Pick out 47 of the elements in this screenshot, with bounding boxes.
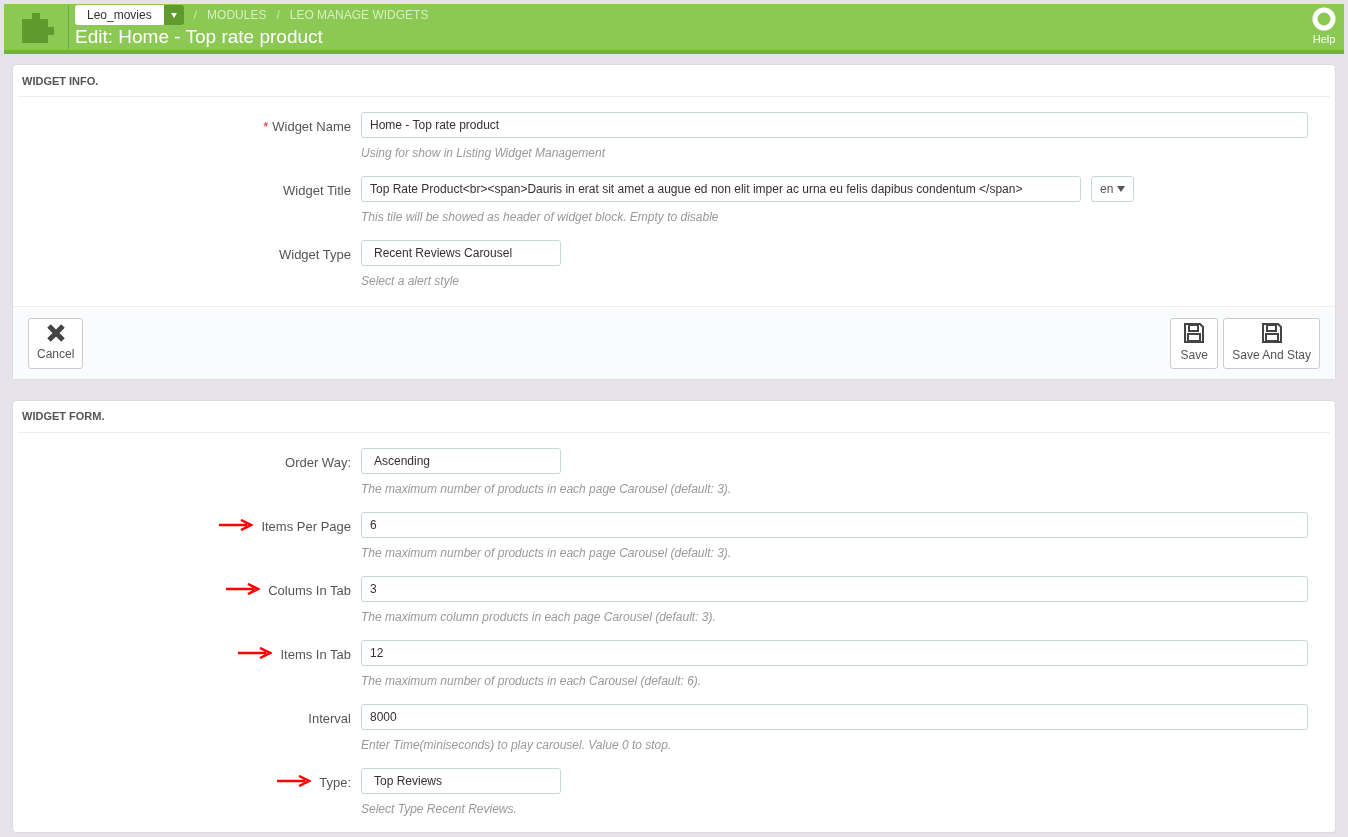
language-dropdown[interactable]: en <box>1091 176 1135 203</box>
field-label: Items In Tab <box>280 646 351 664</box>
field-label: Widget Title <box>283 182 351 201</box>
text-field[interactable]: 6 <box>361 512 1308 538</box>
help-text: The maximum column products in each page Carousel (default: 3). <box>361 609 717 626</box>
arrow-icon <box>226 583 261 595</box>
field-label: Order Way: <box>285 454 351 472</box>
caret-icon <box>170 12 177 18</box>
select-field[interactable]: Ascending <box>361 448 561 474</box>
help-icon[interactable] <box>1312 6 1336 31</box>
text-field[interactable]: 8000 <box>361 704 1308 730</box>
text-field[interactable]: Top Rate Product<br><span>Dauris in erat sit amet a augue ed non elit imper ac urna eu felis dapibus condentum </span> <box>361 176 1081 203</box>
shop-dropdown[interactable] <box>163 5 184 26</box>
field-label: Interval <box>308 710 351 728</box>
help-text: The maximum number of products in each Carousel (default: 6). <box>361 673 703 690</box>
select-field[interactable]: Top Reviews <box>361 768 561 794</box>
page-title: Edit: Home - Top rate product <box>75 25 324 50</box>
text-field[interactable]: 3 <box>361 576 1308 602</box>
field-label: Widget Name <box>272 118 351 137</box>
select-field[interactable]: Recent Reviews Carousel <box>361 240 561 267</box>
panel-heading: WIDGET INFO. <box>22 73 99 89</box>
breadcrumb-separator: / <box>193 7 198 25</box>
shop-name[interactable]: Leo_movies <box>75 5 164 26</box>
field-label: Widget Type <box>278 246 351 265</box>
field-label: Colums In Tab <box>268 582 351 600</box>
help-text: Select a alert style <box>361 273 461 291</box>
close-icon <box>45 323 66 344</box>
arrow-icon <box>238 647 273 659</box>
help-text: The maximum number of products in each page Carousel (default: 3). <box>361 545 733 562</box>
help-text: Using for show in Listing Widget Management <box>361 145 607 163</box>
help-text: Enter Time(miniseconds) to play carousel. Value 0 to stop. <box>361 737 673 754</box>
field-label: Items Per Page <box>261 518 351 536</box>
caret-icon <box>1117 186 1126 193</box>
text-field[interactable]: Home - Top rate product <box>361 112 1308 139</box>
field-label: Type: <box>319 774 351 792</box>
help-text: Select Type Recent Reviews. <box>361 801 518 818</box>
cancel-button[interactable]: Cancel <box>28 317 84 369</box>
text-field[interactable]: 12 <box>361 640 1308 666</box>
help-text: The maximum number of products in each page Carousel (default: 3). <box>361 481 733 498</box>
help-text: This tile will be showed as header of widget block. Empty to disable <box>361 209 720 227</box>
arrow-icon <box>219 519 254 531</box>
save-button[interactable]: Save And Stay <box>1223 317 1320 369</box>
panel-heading: WIDGET FORM. <box>22 409 105 425</box>
save-button[interactable]: Save <box>1170 317 1219 369</box>
required-mark: * <box>263 118 269 137</box>
arrow-icon <box>277 775 312 787</box>
breadcrumb-separator: / <box>276 7 280 25</box>
